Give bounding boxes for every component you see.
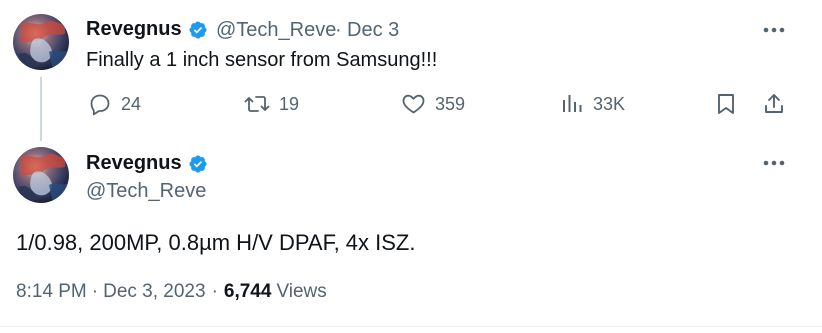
bookmark-icon <box>718 94 734 114</box>
separator: · <box>335 19 342 41</box>
verified-badge-icon <box>189 155 207 173</box>
retweet-count: 19 <box>279 93 300 114</box>
heart-icon <box>402 94 425 114</box>
separator: · <box>211 281 218 302</box>
retweet-icon <box>244 96 270 112</box>
verified-badge-icon <box>189 21 207 39</box>
more-options-button[interactable] <box>762 18 786 42</box>
separator: · <box>91 281 99 302</box>
display-name[interactable]: Revegnus <box>86 18 182 41</box>
thread-connector-line <box>40 77 42 141</box>
avatar-image <box>13 147 69 203</box>
tweet-date[interactable]: Dec 3 <box>347 19 399 42</box>
display-name[interactable]: Revegnus <box>86 152 182 175</box>
divider <box>0 326 822 327</box>
view-count: 6,744 <box>223 281 272 302</box>
like-button[interactable]: 359 <box>401 92 465 116</box>
reply-count: 24 <box>121 93 142 114</box>
tweet-time[interactable]: 8:14 PM <box>16 281 87 303</box>
retweet-button[interactable]: 19 <box>244 92 299 116</box>
views-button[interactable]: 33K <box>560 92 625 116</box>
share-button[interactable] <box>763 92 785 116</box>
handle[interactable]: @Tech_Reve <box>86 180 206 203</box>
views-label: Views <box>276 281 327 302</box>
like-count: 359 <box>435 93 466 114</box>
avatar-image <box>13 14 69 70</box>
views-bar-chart-icon <box>563 95 582 112</box>
tweet-date[interactable]: Dec 3, 2023 <box>103 281 205 303</box>
avatar[interactable] <box>13 14 69 70</box>
tweet-metadata: 8:14 PM · Dec 3, 2023 · 6,744 Views <box>16 281 327 303</box>
more-horizontal-icon <box>763 160 785 166</box>
more-horizontal-icon <box>763 27 785 33</box>
share-icon <box>765 94 783 113</box>
reply-button[interactable]: 24 <box>88 92 141 116</box>
reply-icon <box>90 94 110 116</box>
view-count: 33K <box>593 93 626 114</box>
bookmark-button[interactable] <box>715 92 737 116</box>
handle[interactable]: @Tech_Reve <box>216 19 336 42</box>
tweet-text: Finally a 1 inch sensor from Samsung!!! <box>86 49 438 71</box>
tweet-text: 1/0.98, 200MP, 0.8µm H/V DPAF, 4x ISZ. <box>16 230 416 255</box>
more-options-button[interactable] <box>762 151 786 175</box>
avatar[interactable] <box>13 147 69 203</box>
